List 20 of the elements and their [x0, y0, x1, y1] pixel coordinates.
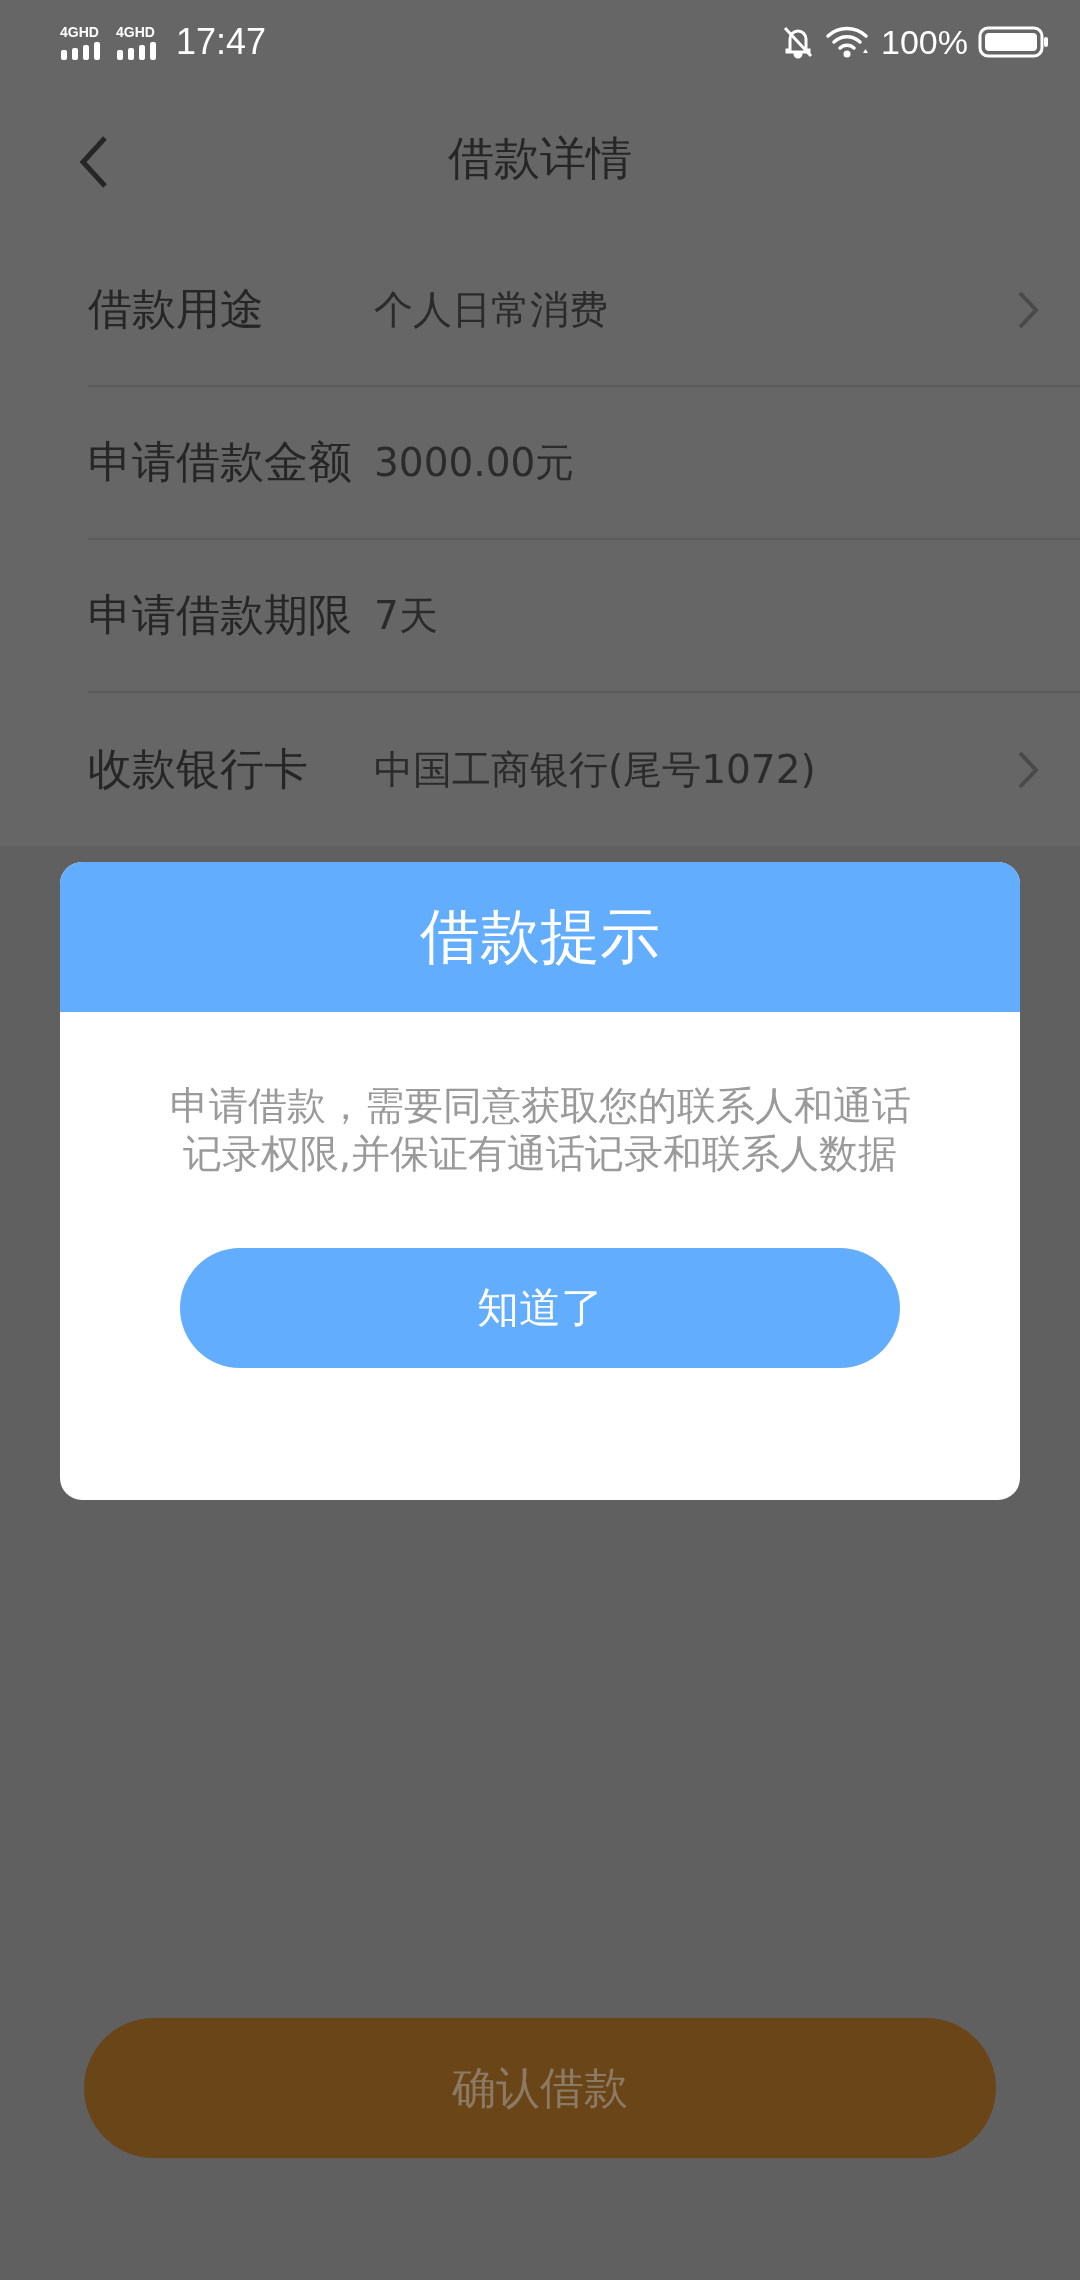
- field-value: 7天: [374, 591, 439, 640]
- confirm-loan-button[interactable]: 确认借款: [84, 2018, 996, 2158]
- field-label: 申请借款期限: [88, 588, 353, 642]
- field-value: 个人日常消费: [374, 285, 609, 334]
- battery-percent: 100%: [881, 22, 968, 62]
- field-value: 中国工商银行(尾号1072): [374, 745, 817, 794]
- dialog-title: 借款提示: [420, 899, 660, 973]
- network-label: 4GHD: [60, 24, 99, 40]
- chevron-right-icon[interactable]: [1016, 749, 1040, 790]
- dialog-message: 申请借款，需要同意获取您的联系人和通话记录权限,并保证有通话记录和联系人数据: [168, 1082, 912, 1178]
- field-label: 申请借款金额: [88, 435, 353, 489]
- chevron-right-icon[interactable]: [1016, 289, 1040, 330]
- acknowledge-button[interactable]: 知道了: [180, 1248, 900, 1368]
- network-label: 4GHD: [116, 24, 155, 40]
- field-label: 收款银行卡: [88, 742, 309, 796]
- field-label: 借款用途: [88, 282, 265, 336]
- battery-icon: [978, 26, 1050, 58]
- field-value: 3000.00元: [374, 438, 576, 487]
- page-title: 借款详情: [448, 130, 632, 187]
- clock-time: 17:47: [176, 21, 267, 63]
